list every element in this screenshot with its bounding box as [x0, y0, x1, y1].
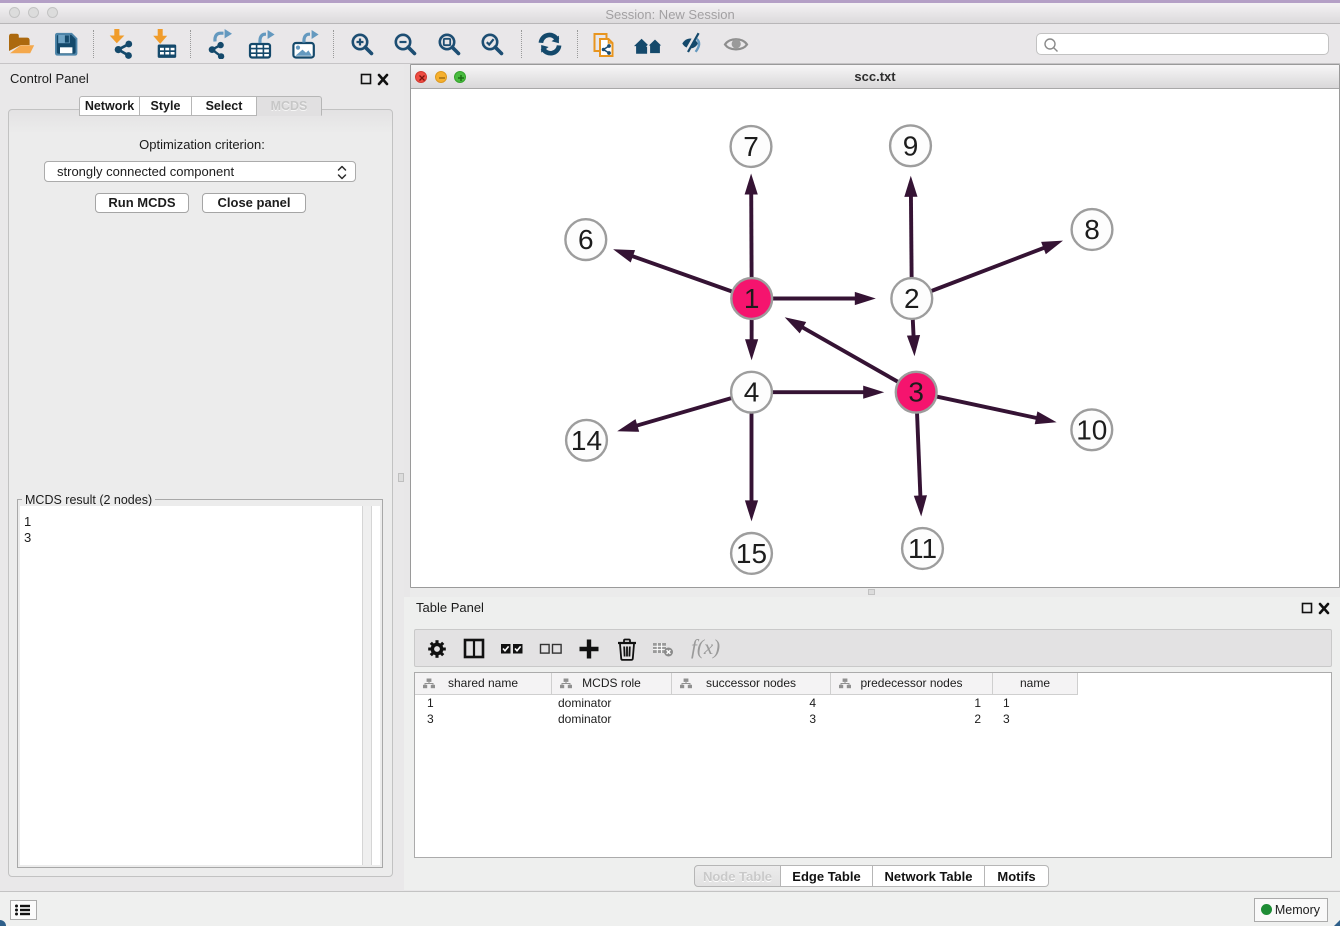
svg-text:15: 15 [736, 538, 767, 569]
svg-text:2: 2 [904, 283, 920, 314]
svg-text:3: 3 [908, 377, 924, 408]
svg-text:9: 9 [903, 130, 919, 161]
svg-text:1: 1 [744, 283, 760, 314]
svg-text:10: 10 [1076, 414, 1107, 445]
svg-text:6: 6 [578, 224, 594, 255]
svg-text:11: 11 [908, 533, 937, 564]
svg-text:14: 14 [571, 425, 602, 456]
svg-text:7: 7 [743, 131, 759, 162]
svg-text:8: 8 [1084, 214, 1100, 245]
svg-text:4: 4 [744, 377, 760, 408]
